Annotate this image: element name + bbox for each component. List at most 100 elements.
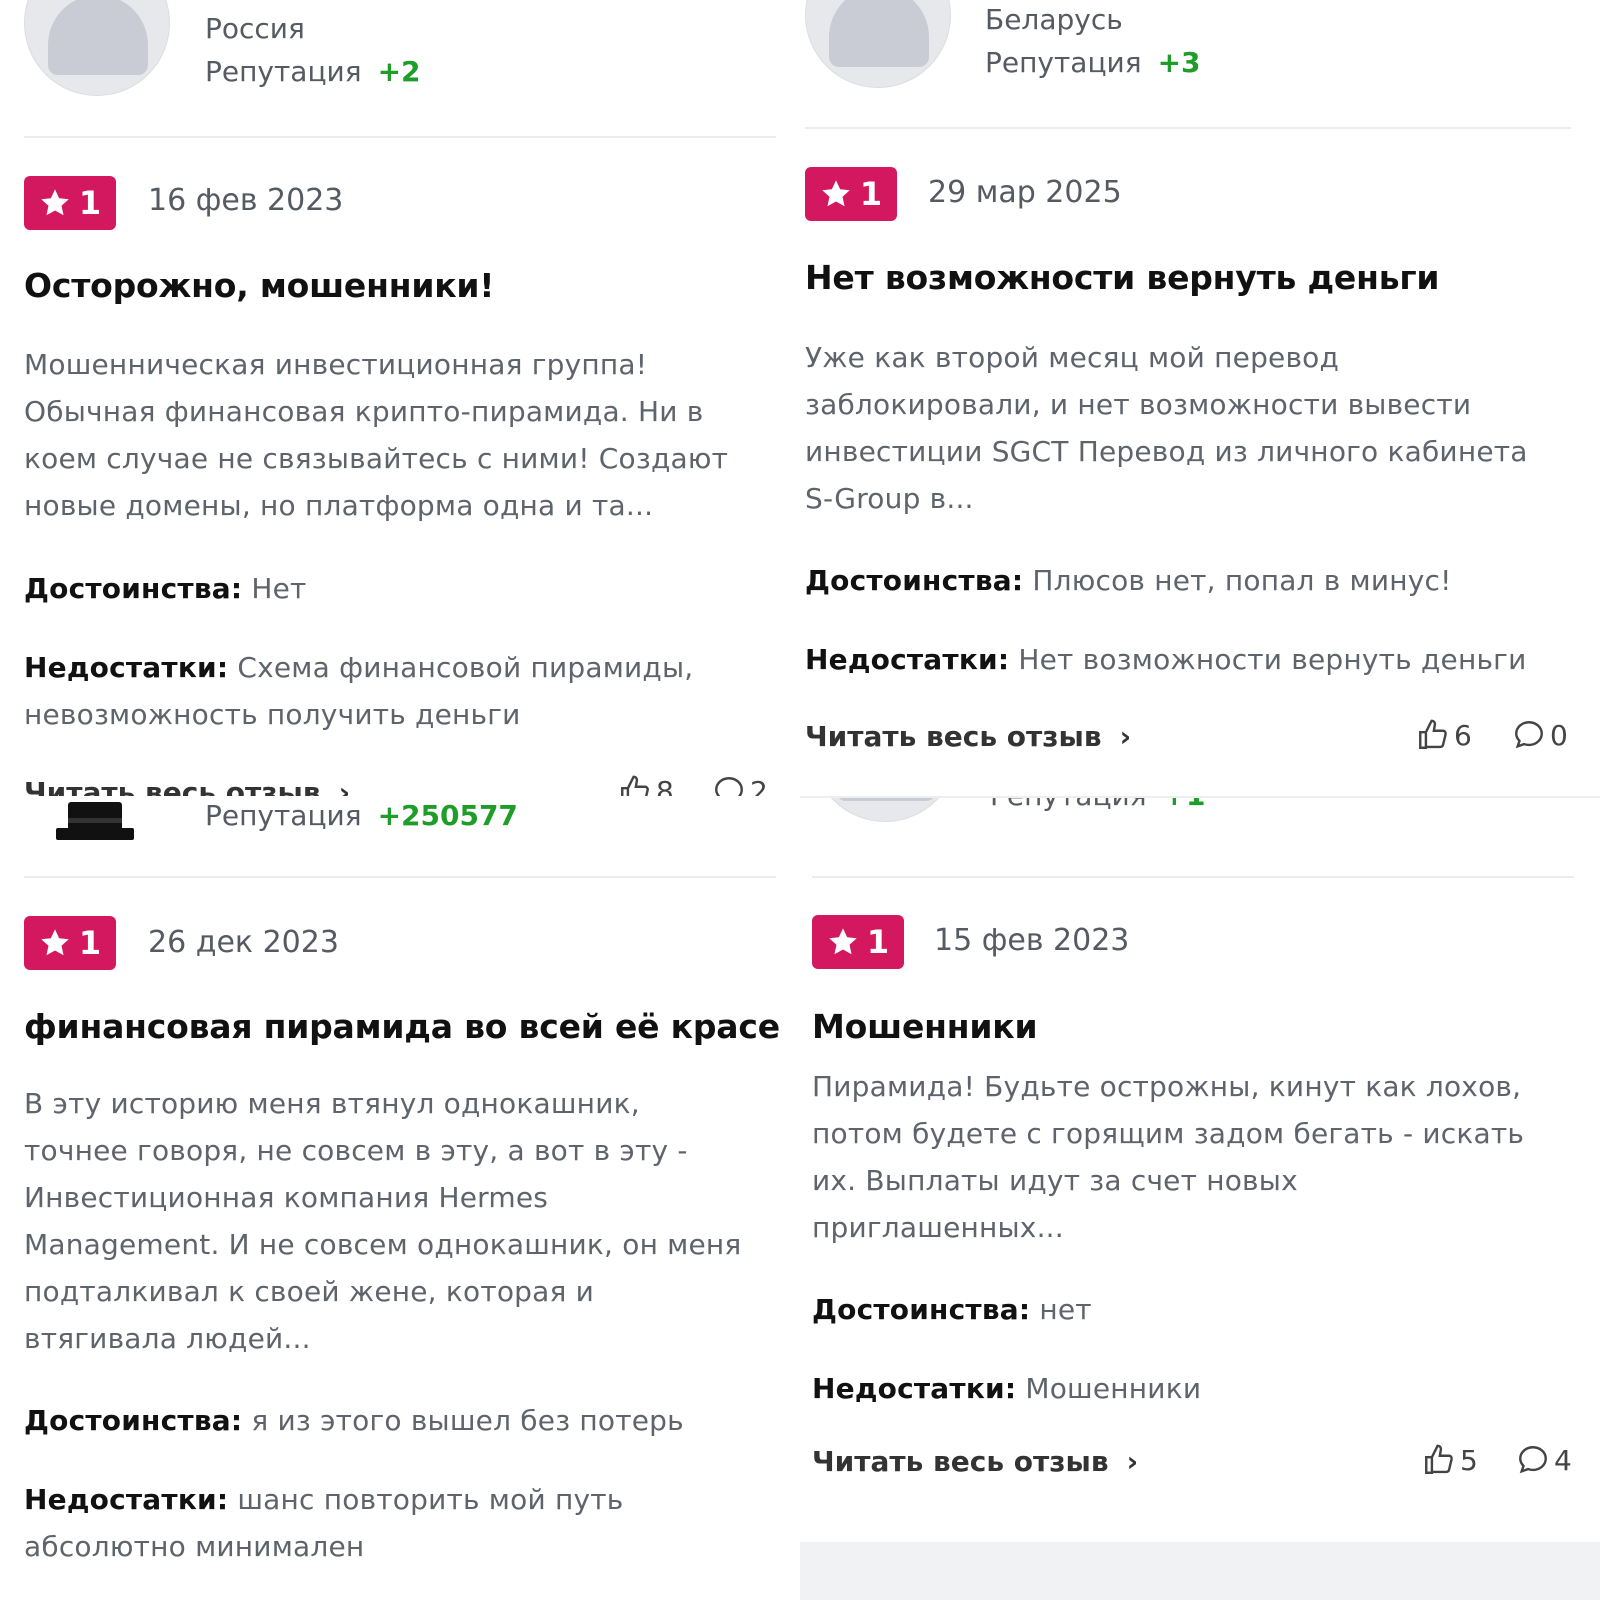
rating-value: 1 [859, 175, 883, 213]
review-date: 29 мар 2025 [928, 175, 1122, 210]
reputation-value: +250577 [377, 799, 518, 832]
star-icon [822, 180, 850, 207]
avatar[interactable] [24, 0, 170, 96]
review-pros: Достоинства: я из этого вышел без потерь [24, 1397, 780, 1444]
comment-icon [1515, 721, 1543, 749]
read-more-label: Читать весь отзыв [24, 776, 321, 796]
likes-count: 8 [656, 774, 674, 797]
author-country: Россия [205, 12, 305, 45]
pros-value: Плюсов нет, попал в минус! [1032, 564, 1452, 597]
star-icon [41, 189, 69, 216]
divider [24, 136, 776, 138]
reputation-label: Репутация [205, 55, 362, 88]
rating-value: 1 [866, 923, 890, 961]
author-reputation: Репутация +2 [205, 55, 421, 88]
reputation-label: Репутация [990, 797, 1147, 812]
review-card-4: Репутация +1 1 15 фев 2023 Мошенники Пира… [800, 797, 1600, 1542]
cons-value: Мошенники [1025, 1372, 1202, 1405]
review-pros: Достоинства: нет [812, 1286, 1572, 1333]
top-hat-icon [56, 802, 134, 840]
comments-count: 4 [1554, 1443, 1572, 1477]
avatar[interactable] [812, 797, 958, 822]
pros-value: нет [1039, 1293, 1092, 1326]
review-title[interactable]: Нет возможности вернуть деньги [805, 258, 1595, 297]
review-card-1: Россия Репутация +2 1 16 фев 2023 Осторож… [0, 0, 800, 796]
review-cons: Недостатки: Схема финансовой пирамиды, н… [24, 644, 764, 738]
comments-count: 2 [750, 774, 768, 797]
review-date: 16 фев 2023 [148, 183, 344, 218]
reputation-value: +3 [1157, 46, 1201, 79]
review-text: В эту историю меня втянул однокашник, то… [24, 1087, 742, 1355]
author-reputation: Репутация +3 [985, 46, 1201, 79]
review-title[interactable]: Осторожно, мошенники! [24, 266, 784, 305]
thumbs-up-icon [1419, 719, 1447, 749]
thumbs-up-icon [621, 775, 649, 796]
review-text: Пирамида! Будьте острожны, кинут как лох… [812, 1070, 1525, 1244]
reputation-value: +2 [377, 55, 421, 88]
review-title[interactable]: финансовая пирамида во всей её красе [24, 1007, 794, 1046]
cons-label: Недостатки: [805, 643, 1010, 676]
cons-label: Недостатки: [24, 651, 229, 684]
divider [800, 796, 1600, 798]
pros-label: Достоинства: [812, 1293, 1031, 1326]
pros-label: Достоинства: [24, 1404, 243, 1437]
pros-label: Достоинства: [24, 572, 243, 605]
likes-button[interactable]: 5 [1422, 1443, 1478, 1477]
rating-badge: 1 [24, 176, 116, 230]
rating-badge: 1 [24, 916, 116, 970]
comments-button[interactable]: 2 [712, 774, 768, 796]
likes-count: 6 [1454, 718, 1472, 752]
author-country: Беларусь [985, 3, 1123, 36]
cons-label: Недостатки: [812, 1372, 1017, 1405]
page-background [800, 1542, 1600, 1600]
comments-count: 0 [1550, 718, 1568, 752]
divider [24, 876, 776, 878]
cons-label: Недостатки: [24, 1483, 229, 1516]
pros-label: Достоинства: [805, 564, 1024, 597]
review-title[interactable]: Мошенники [812, 1007, 1572, 1046]
comments-button[interactable]: 0 [1512, 718, 1568, 752]
reputation-label: Репутация [205, 799, 362, 832]
divider [805, 127, 1571, 129]
chevron-right-icon: › [1119, 720, 1132, 753]
rating-badge: 1 [805, 167, 897, 221]
author-reputation: Репутация +1 [990, 797, 1206, 812]
rating-value: 1 [78, 184, 102, 222]
read-more-link[interactable]: Читать весь отзыв › [805, 720, 1131, 753]
likes-button[interactable]: 6 [1416, 718, 1472, 752]
review-date: 15 фев 2023 [934, 923, 1130, 958]
review-cons: Недостатки: Нет возможности вернуть день… [805, 636, 1595, 683]
review-card-2: Беларусь Репутация +3 1 29 мар 2025 Нет в… [800, 0, 1600, 797]
star-icon [829, 928, 857, 955]
comments-button[interactable]: 4 [1516, 1443, 1572, 1477]
review-pros: Достоинства: Плюсов нет, попал в минус! [805, 557, 1590, 604]
review-pros: Достоинства: Нет [24, 565, 780, 612]
likes-button[interactable]: 8 [618, 774, 674, 796]
reputation-value: +1 [1163, 797, 1206, 812]
review-cons: Недостатки: Мошенники [812, 1365, 1572, 1412]
thumbs-up-icon [1425, 1444, 1453, 1474]
comment-icon [1519, 1446, 1547, 1474]
read-more-label: Читать весь отзыв [805, 720, 1102, 753]
author-reputation: Репутация +250577 [205, 799, 518, 832]
review-date: 26 дек 2023 [148, 925, 339, 960]
pros-value: Нет [251, 572, 307, 605]
reputation-label: Репутация [985, 46, 1142, 79]
rating-value: 1 [78, 924, 102, 962]
rating-badge: 1 [812, 915, 904, 969]
comment-icon [715, 777, 743, 796]
likes-count: 5 [1460, 1443, 1478, 1477]
chevron-right-icon: › [1126, 1445, 1139, 1478]
review-text: Уже как второй месяц мой перевод заблоки… [805, 341, 1528, 515]
chevron-right-icon: › [338, 776, 351, 796]
avatar[interactable] [805, 0, 951, 88]
cons-value: Нет возможности вернуть деньги [1018, 643, 1527, 676]
read-more-link[interactable]: Читать весь отзыв › [24, 776, 350, 796]
review-card-3: Репутация +250577 1 26 дек 2023 финансова… [0, 796, 800, 1600]
pros-value: я из этого вышел без потерь [251, 1404, 684, 1437]
review-text: Мошенническая инвестиционная группа! Обы… [24, 348, 729, 522]
avatar[interactable] [56, 796, 134, 844]
read-more-link[interactable]: Читать весь отзыв › [812, 1445, 1138, 1478]
star-icon [41, 929, 69, 956]
divider [812, 876, 1574, 878]
